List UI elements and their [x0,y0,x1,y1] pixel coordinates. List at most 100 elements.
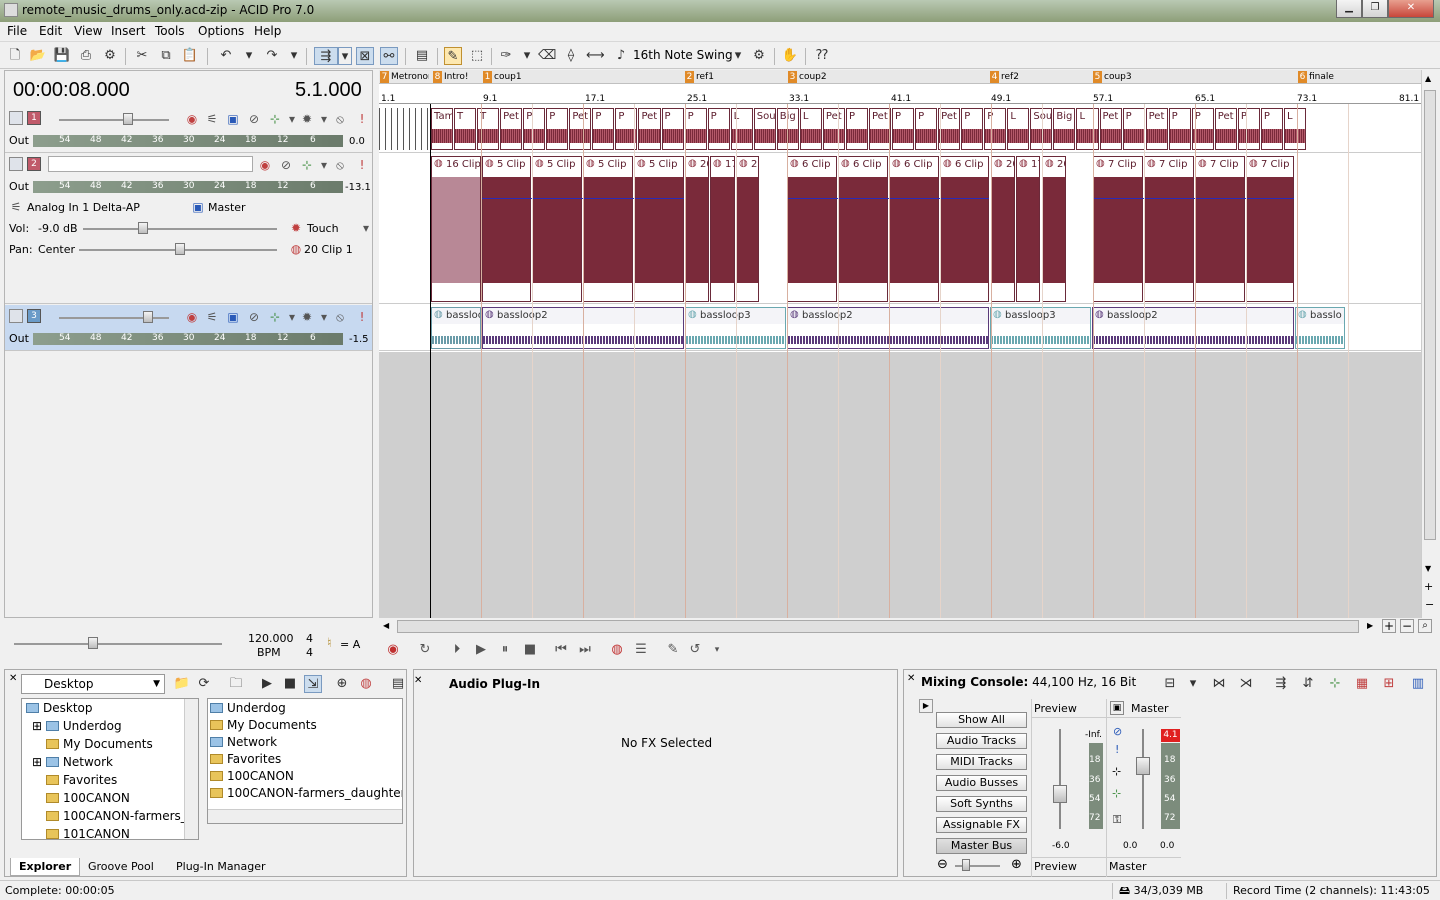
mute-icon[interactable]: ⊘ [247,310,261,324]
draw-tool-icon[interactable]: ✎ [444,47,462,65]
solo-icon[interactable]: ⦸ [333,112,347,126]
paint-dropdown-icon[interactable]: ▾ [518,47,536,65]
file-item[interactable]: Network [210,735,277,749]
preview-stop-icon[interactable]: ■ [281,675,299,693]
audio-clip[interactable]: 5 Clip ◍ [634,156,684,302]
menu-edit[interactable]: Edit [39,24,62,38]
menu-file[interactable]: File [7,24,27,38]
solo-icon[interactable]: ⦸ [333,158,347,172]
drum-clip[interactable]: L [1007,108,1030,150]
tree-item[interactable]: Desktop [26,701,93,715]
drum-clip[interactable]: P [892,108,915,150]
tab-groove-pool[interactable]: Groove Pool [80,858,162,876]
track-lane-1[interactable]: TamTTPetPPPetPPPetPPPLSouBigLPetPPetPPPe… [379,106,1421,153]
mute-tool-icon[interactable]: ✋ [781,47,799,65]
send-icon[interactable]: ⊹ [268,310,282,324]
downmix-icon[interactable]: ⇶ [1272,675,1290,693]
file-list-scrollbar[interactable] [208,809,402,823]
master-alert-icon[interactable]: ! [1115,743,1119,756]
record-arm-icon[interactable]: ◉ [185,310,199,324]
snapping-dropdown-icon[interactable]: ▾ [338,47,352,65]
redo-icon[interactable]: ↷ [263,47,281,65]
volume-knob[interactable] [123,113,133,125]
audio-clip[interactable]: 20◍ [991,156,1015,302]
automation-icon[interactable]: ✹ [300,112,314,126]
volume-slider[interactable] [59,119,169,121]
send-icon[interactable]: ⊹ [268,112,282,126]
auto-ripple-icon[interactable]: ⊠ [356,47,374,65]
track-lane-2[interactable]: 16 Clip◍5 Clip◍5 Clip◍5 Clip◍5 Clip◍20◍1… [379,154,1421,304]
track-header-selected[interactable]: 3 ◉ ⚟ ▣ ⊘ ⊹ ▾ ✹ ▾ ⦸ ! Out 54 48 42 36 30 24 18… [5,305,372,351]
vol-slider[interactable] [83,228,277,230]
mixer-zoom-knob[interactable] [962,859,970,871]
track-header[interactable]: 1 ◉ ⚟ ▣ ⊘ ⊹ ▾ ✹ ▾ ⦸ ! Out 54 48 42 36 30 24 18… [5,107,372,153]
bassloop-clip[interactable]: basslo ◍ [1295,307,1345,349]
master-bus-button[interactable]: Master Bus [936,838,1027,854]
bassloop-clip[interactable]: bassloop3 ◍ [990,307,1091,349]
file-item[interactable]: 100CANON [210,769,294,783]
zoom-tool-icon[interactable]: ⌕ [1418,619,1432,633]
menu-insert[interactable]: Insert [111,24,145,38]
snapping-icon[interactable]: ⇶ [314,47,338,65]
audio-clip[interactable]: 16 Clip ◍ [431,156,481,302]
envelope-tool-icon[interactable]: ⟠ [562,47,580,65]
marker[interactable]: 2 ref1 [685,71,714,83]
new-icon[interactable]: 🗋 [6,47,24,65]
automation-dropdown-icon[interactable]: ▾ [359,221,373,235]
drum-clip[interactable]: P [915,108,938,150]
drum-clip[interactable]: P [707,108,730,150]
scroll-right-icon[interactable]: ▶ [1367,621,1373,630]
input-icon[interactable]: ⚟ [9,200,23,214]
mixer-icon[interactable]: ☰ [631,640,651,660]
file-item[interactable]: Favorites [210,752,281,766]
alert-icon[interactable]: ! [355,158,369,172]
drum-clip[interactable]: P [546,108,569,150]
bassloop-clip[interactable]: bassloo◍ [431,307,481,349]
maximize-button[interactable]: ❐ [1362,0,1388,18]
scroll-thumb[interactable] [1424,90,1436,540]
go-to-start-icon[interactable]: ⏮ [551,640,571,660]
play-icon[interactable]: ▶ [471,640,491,660]
paste-icon[interactable]: 📋 [181,47,199,65]
drum-clip[interactable]: P [984,108,1007,150]
save-icon[interactable]: 💾 [53,47,71,65]
dim-icon[interactable]: ⇵ [1299,675,1317,693]
track-grip-icon[interactable] [9,157,23,171]
metronome-clip[interactable] [379,108,431,150]
tempo-slider[interactable] [14,643,222,645]
drum-clip[interactable]: P [961,108,984,150]
audio-clip[interactable]: 6 Clip ◍ [889,156,939,302]
drum-clip[interactable]: Tam [431,108,454,150]
bus-label[interactable]: Master [208,201,246,214]
drum-clip[interactable]: L [799,108,822,150]
views-icon[interactable]: ▤ [389,675,407,693]
tree-scrollbar[interactable] [184,699,198,839]
drum-clip[interactable]: Pet [638,108,661,150]
marker[interactable]: 1 coup1 [483,71,522,83]
audio-clip[interactable]: 20◍ [736,156,759,302]
expand-panel-icon[interactable]: ▶ [919,699,933,713]
track-grip-icon[interactable] [9,309,23,323]
menu-tools[interactable]: Tools [155,24,185,38]
drum-clip[interactable]: P [1168,108,1191,150]
zoom-in-vertical-icon[interactable]: + [1424,580,1433,593]
audio-tracks-button[interactable]: Audio Tracks [936,733,1027,749]
cut-icon[interactable]: ✂ [133,47,151,65]
master-menu-icon[interactable]: ▣ [1110,701,1124,715]
audio-clip[interactable]: 5 Clip ◍ [482,156,531,302]
view-dropdown-icon[interactable]: ▾ [1184,675,1202,693]
marker[interactable]: 5 coup3 [1093,71,1132,83]
track-lane-3[interactable]: bassloo◍bassloop2◍bassloop3◍bassloop2◍ba… [379,305,1421,351]
audio-clip[interactable]: 5 Clip ◍ [532,156,582,302]
preview-fader-knob[interactable] [1053,785,1067,803]
bpm-value[interactable]: 120.000 [248,632,294,645]
tree-item[interactable]: 101CANON [46,827,130,839]
menu-options[interactable]: Options [198,24,244,38]
volume-envelope[interactable] [1093,198,1294,199]
project-key[interactable]: = A [340,638,360,651]
output-icon[interactable]: ▣ [226,112,240,126]
menu-help[interactable]: Help [254,24,281,38]
marker[interactable]: 6 finale [1298,71,1334,83]
vol-knob[interactable] [138,222,148,234]
solo-icon[interactable]: ⦸ [333,310,347,324]
